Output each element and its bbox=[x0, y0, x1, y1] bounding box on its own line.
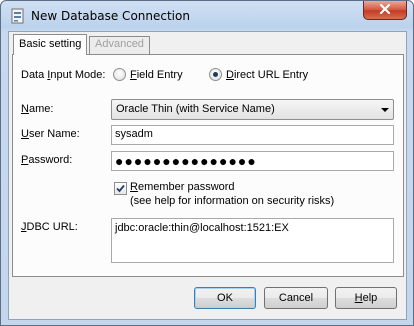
ok-button-label: OK bbox=[217, 292, 233, 304]
radio-button[interactable] bbox=[209, 68, 222, 81]
password-label: Password: bbox=[21, 154, 73, 166]
cancel-button-label: Cancel bbox=[278, 292, 314, 304]
dialog-body: Basic setting Advanced Data Input Mode: … bbox=[8, 31, 407, 320]
name-label: Name: bbox=[21, 103, 54, 115]
window-title: New Database Connection bbox=[31, 9, 190, 23]
radio-direct-url-entry[interactable]: Direct URL Entry bbox=[209, 68, 308, 81]
help-button[interactable]: Help bbox=[335, 287, 397, 309]
remember-password-checkbox[interactable] bbox=[114, 182, 127, 195]
jdbc-url-textarea[interactable]: jdbc:oracle:thin@localhost:1521:EX bbox=[111, 218, 394, 263]
database-icon bbox=[10, 8, 26, 24]
data-input-mode-label: Data Input Mode: bbox=[21, 69, 106, 81]
tab-label: Basic setting bbox=[19, 38, 82, 50]
radio-field-entry[interactable]: Field Entry bbox=[113, 68, 183, 81]
tab-advanced: Advanced bbox=[89, 36, 150, 54]
tab-basic-setting[interactable]: Basic setting bbox=[13, 34, 88, 55]
cancel-button[interactable]: Cancel bbox=[264, 287, 328, 309]
basic-setting-panel: Data Input Mode: Field Entry Direct URL … bbox=[12, 54, 404, 277]
close-button[interactable] bbox=[363, 1, 407, 20]
user-name-input[interactable]: sysadm bbox=[111, 125, 394, 145]
title-bar[interactable]: New Database Connection bbox=[1, 1, 413, 31]
user-name-label: User Name: bbox=[21, 128, 80, 140]
tab-label: Advanced bbox=[95, 38, 144, 50]
dialog-window: New Database Connection Basic setting Ad… bbox=[0, 0, 414, 326]
radio-label: Field Entry bbox=[130, 68, 183, 81]
close-icon bbox=[379, 3, 391, 17]
remember-password-label[interactable]: Remember password bbox=[130, 181, 235, 193]
radio-button[interactable] bbox=[113, 68, 126, 81]
remember-password-hint: (see help for information on security ri… bbox=[130, 195, 335, 207]
ok-button[interactable]: OK bbox=[194, 287, 256, 309]
jdbc-url-label: JDBC URL: bbox=[21, 221, 78, 233]
radio-label: Direct URL Entry bbox=[226, 68, 309, 81]
name-dropdown-value: Oracle Thin (with Service Name) bbox=[116, 103, 275, 115]
help-button-label: Help bbox=[354, 292, 378, 304]
password-input[interactable]: ●●●●●●●●●●●●●●● bbox=[111, 151, 394, 171]
name-dropdown[interactable]: Oracle Thin (with Service Name) bbox=[111, 99, 394, 120]
chevron-down-icon bbox=[381, 108, 389, 112]
